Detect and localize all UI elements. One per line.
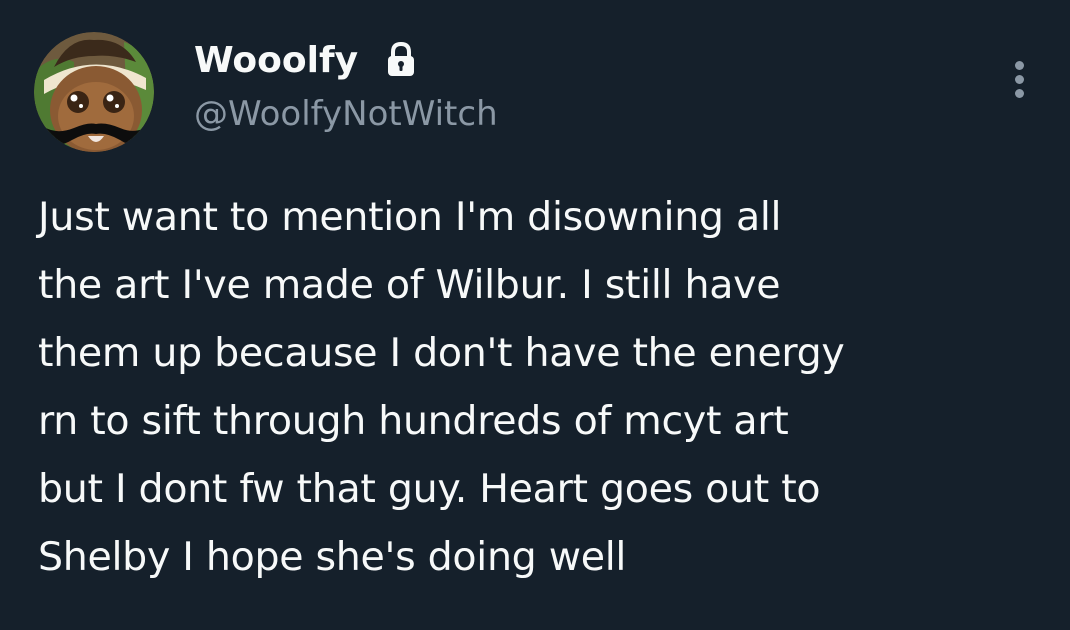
tweet: Wooolfy @WoolfyNotWitch Just want to men…: [0, 0, 1070, 630]
more-options-icon[interactable]: [1004, 58, 1036, 102]
lock-icon: [388, 42, 414, 76]
tweet-text-line: Shelby I hope she's doing well: [38, 534, 627, 580]
tweet-text: Just want to mention I'm disowning all t…: [38, 183, 1053, 591]
avatar[interactable]: [34, 32, 154, 152]
tweet-text-line: the art I've made of Wilbur. I still hav…: [38, 262, 781, 308]
user-handle[interactable]: @WoolfyNotWitch: [194, 91, 498, 137]
avatar-image: [34, 32, 154, 152]
tweet-text-line: Just want to mention I'm disowning all: [38, 194, 782, 240]
tweet-text-line: them up because I don't have the energy: [38, 330, 845, 376]
tweet-text-line: but I dont fw that guy. Heart goes out t…: [38, 466, 821, 512]
display-name[interactable]: Wooolfy: [194, 38, 358, 84]
tweet-text-line: rn to sift through hundreds of mcyt art: [38, 398, 789, 444]
